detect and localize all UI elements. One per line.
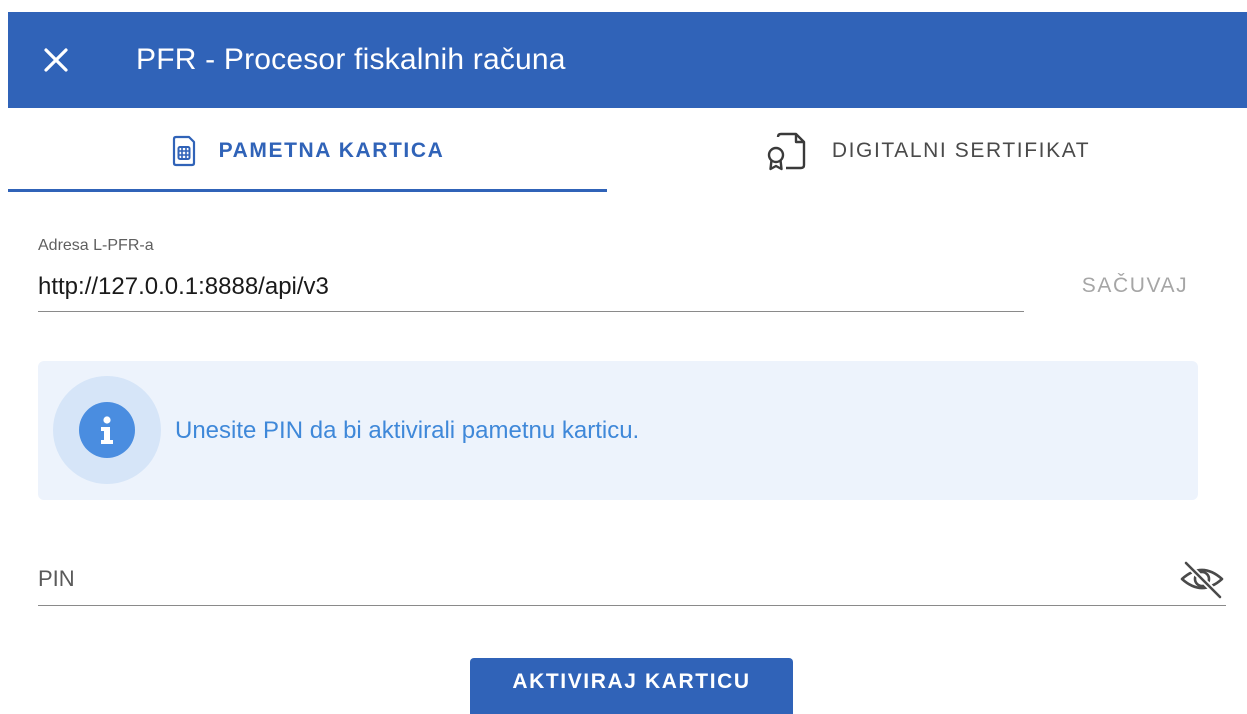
info-icon	[79, 402, 135, 458]
info-alert: Unesite PIN da bi aktivirali pametnu kar…	[38, 361, 1198, 500]
tab-digital-certificate[interactable]: DIGITALNI SERTIFIKAT	[607, 108, 1247, 194]
tab-smart-card-label: PAMETNA KARTICA	[218, 139, 445, 162]
tab-digital-certificate-label: DIGITALNI SERTIFIKAT	[831, 139, 1091, 162]
info-message: Unesite PIN da bi aktivirali pametnu kar…	[175, 417, 640, 444]
info-icon-halo	[53, 376, 161, 484]
close-icon	[44, 48, 68, 72]
eye-off-icon	[1180, 560, 1224, 599]
save-button[interactable]: SAČUVAJ	[1060, 266, 1210, 306]
app-header: PFR - Procesor fiskalnih računa	[8, 12, 1247, 108]
address-input[interactable]	[38, 262, 1024, 312]
page-title: PFR - Procesor fiskalnih računa	[136, 43, 566, 76]
active-tab-indicator	[8, 189, 607, 192]
pin-input[interactable]	[38, 556, 1158, 602]
pin-field	[38, 550, 1226, 606]
close-button[interactable]	[38, 42, 74, 78]
activate-card-button[interactable]: AKTIVIRAJ KARTICU	[470, 658, 793, 714]
address-field-label: Adresa L-PFR-a	[38, 237, 154, 254]
smart-card-icon	[171, 135, 197, 167]
certificate-icon	[764, 131, 810, 171]
tab-bar: PAMETNA KARTICA DIGITALNI SERTIFIKAT	[8, 108, 1247, 194]
toggle-pin-visibility[interactable]	[1176, 558, 1228, 600]
tab-smart-card[interactable]: PAMETNA KARTICA	[8, 108, 607, 194]
